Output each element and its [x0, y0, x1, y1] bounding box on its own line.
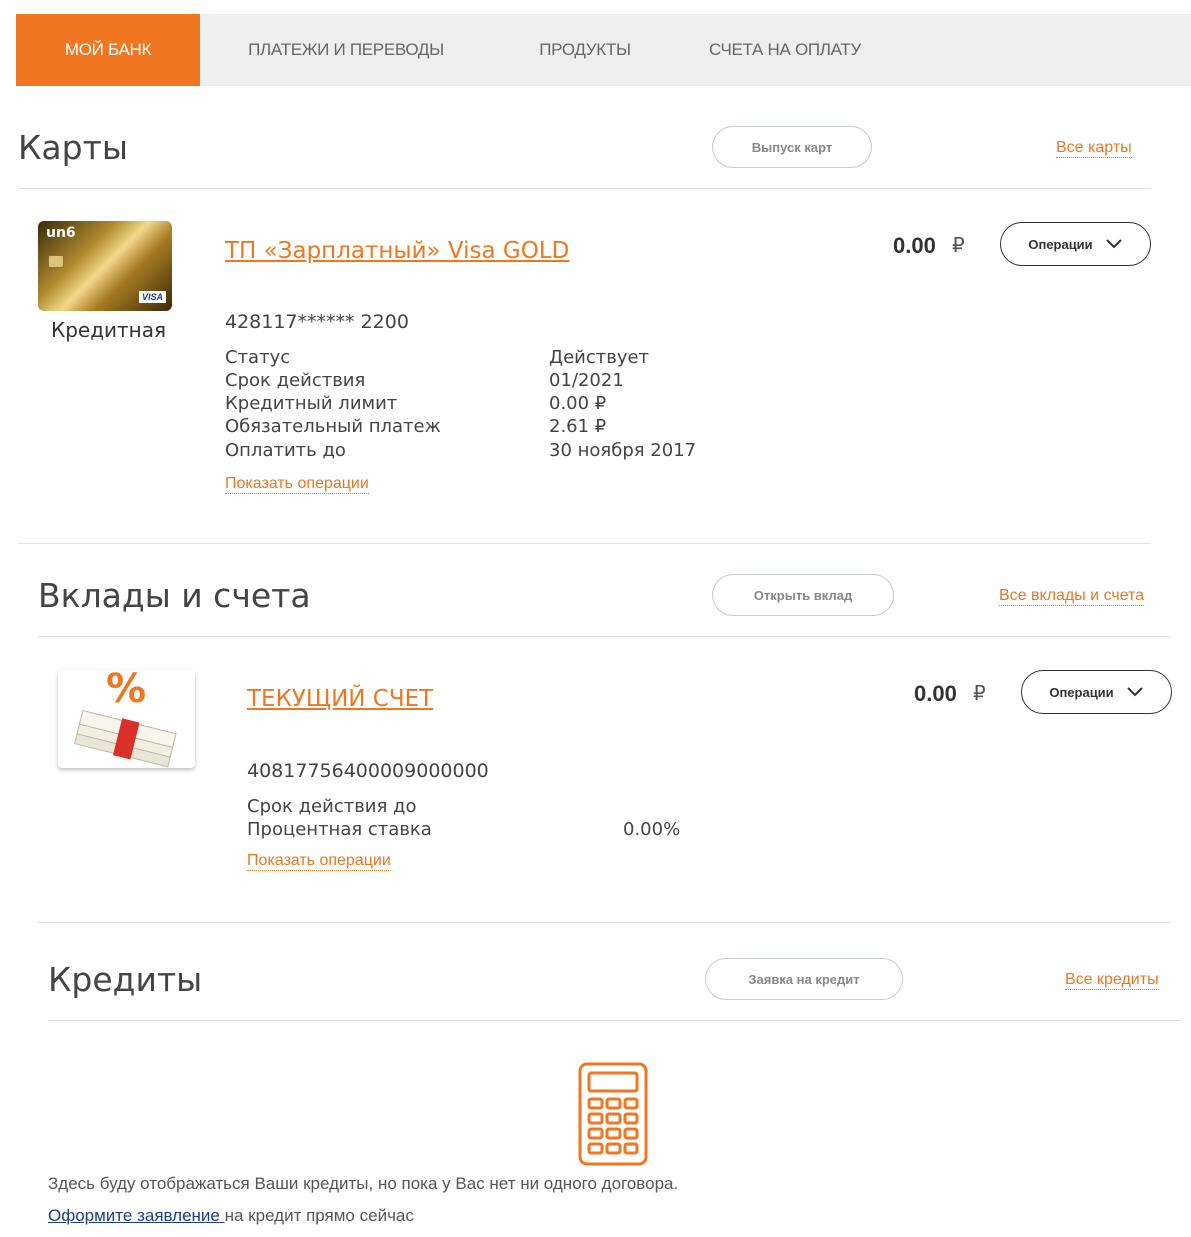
detail-value: 01/2021: [549, 370, 624, 391]
detail-value: 0.00 ₽: [549, 393, 607, 414]
currency-symbol: ₽: [973, 683, 986, 705]
card-type-label: Кредитная: [51, 318, 167, 342]
deposits-section-title: Вклады и счета: [38, 576, 311, 615]
detail-value: 0.00%: [623, 819, 681, 840]
detail-label: Оплатить до: [225, 440, 346, 461]
credit-application-button[interactable]: Заявка на кредит: [705, 958, 903, 1000]
account-operations-button[interactable]: Операции: [1021, 670, 1172, 714]
divider: [18, 188, 1151, 189]
tab-invoices[interactable]: СЧЕТА НА ОПЛАТУ: [678, 14, 892, 86]
cards-section-title: Карты: [18, 128, 128, 167]
all-credits-link[interactable]: Все кредиты: [1065, 971, 1159, 990]
calculator-icon: [578, 1062, 648, 1166]
card-name-link[interactable]: ТП «Зарплатный» Visa GOLD: [225, 238, 569, 264]
divider: [38, 922, 1171, 923]
divider: [48, 1020, 1181, 1021]
apply-link[interactable]: Оформите заявление: [48, 1206, 225, 1225]
divider: [18, 543, 1151, 544]
card-logo: un6: [46, 225, 76, 241]
top-navigation: МОЙ БАНК ПЛАТЕЖИ И ПЕРЕВОДЫ ПРОДУКТЫ СЧЕ…: [16, 14, 1191, 86]
issue-card-button[interactable]: Выпуск карт: [712, 126, 872, 168]
all-cards-link[interactable]: Все карты: [1056, 139, 1132, 158]
tab-products[interactable]: ПРОДУКТЫ: [492, 14, 678, 86]
show-operations-link[interactable]: Показать операции: [225, 475, 369, 494]
detail-label: Статус: [225, 347, 291, 368]
operations-label: Операции: [1028, 236, 1093, 252]
detail-label: Срок действия до: [247, 796, 417, 817]
account-balance: 0.00: [914, 681, 957, 706]
percent-money-icon: %: [74, 666, 177, 768]
svg-text:%: %: [106, 670, 146, 712]
detail-label: Процентная ставка: [247, 819, 432, 840]
show-operations-link[interactable]: Показать операции: [247, 852, 391, 871]
open-deposit-button[interactable]: Открыть вклад: [712, 574, 894, 616]
operations-label: Операции: [1049, 684, 1114, 700]
detail-value: Действует: [549, 347, 650, 368]
card-balance: 0.00: [893, 233, 936, 258]
card-operations-button[interactable]: Операции: [1000, 222, 1151, 266]
deposit-image: %: [58, 666, 195, 768]
credits-section-title: Кредиты: [48, 960, 203, 999]
detail-value: 30 ноября 2017: [549, 440, 697, 461]
divider: [38, 636, 1171, 637]
currency-symbol: ₽: [952, 235, 965, 257]
detail-value: 2.61 ₽: [549, 416, 607, 437]
apply-suffix: на кредит прямо сейчас: [224, 1206, 414, 1225]
account-number: 40817756400009000000: [247, 760, 489, 782]
all-deposits-link[interactable]: Все вклады и счета: [999, 587, 1145, 606]
chevron-down-icon: [1105, 239, 1122, 249]
card-chip-icon: [48, 255, 64, 268]
chevron-down-icon: [1126, 687, 1143, 697]
detail-label: Кредитный лимит: [225, 393, 398, 414]
account-name-link[interactable]: ТЕКУЩИЙ СЧЕТ: [247, 686, 433, 712]
visa-logo: VISA: [138, 291, 166, 303]
card-image: un6 VISA: [38, 221, 172, 311]
card-number: 428117****** 2200: [225, 311, 409, 333]
detail-label: Срок действия: [225, 370, 366, 391]
tab-payments[interactable]: ПЛАТЕЖИ И ПЕРЕВОДЫ: [200, 14, 492, 86]
tab-my-bank[interactable]: МОЙ БАНК: [16, 14, 200, 86]
credits-apply-prompt: Оформите заявление на кредит прямо сейча…: [48, 1206, 414, 1226]
detail-label: Обязательный платеж: [225, 416, 441, 437]
credits-empty-message: Здесь буду отображаться Ваши кредиты, но…: [48, 1174, 679, 1193]
